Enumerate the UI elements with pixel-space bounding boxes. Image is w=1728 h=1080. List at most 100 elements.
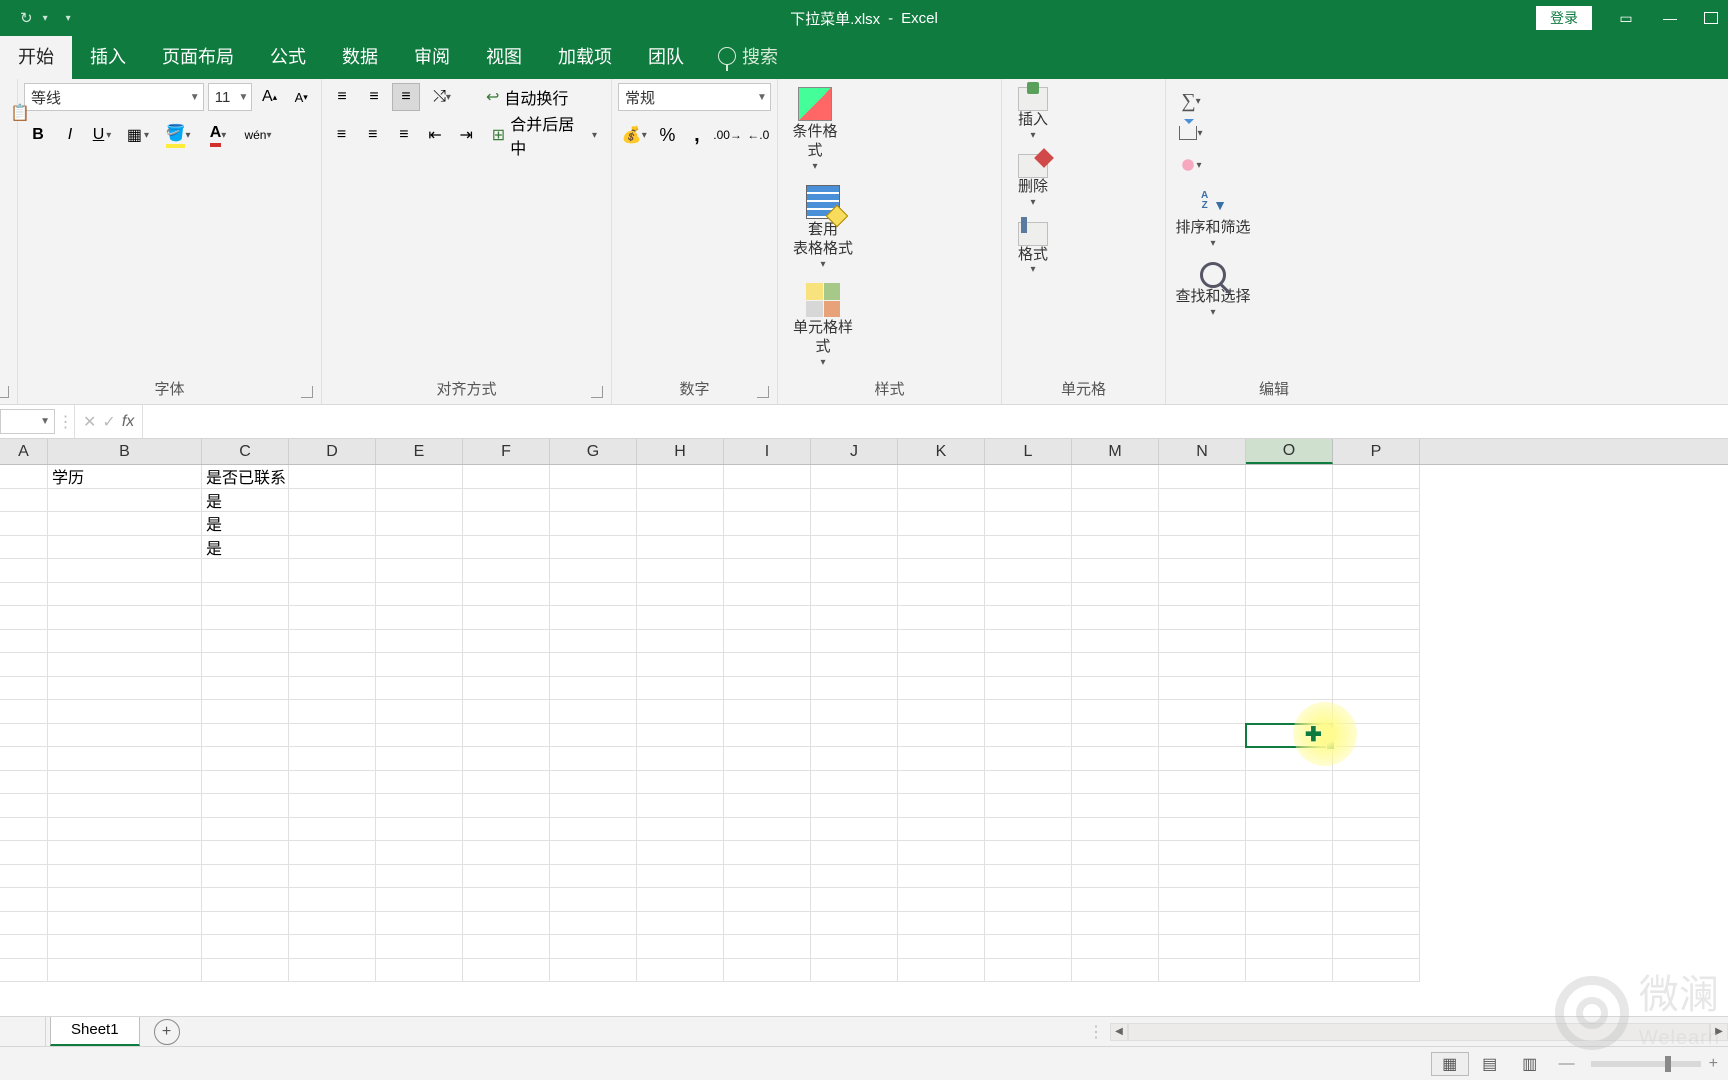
cell-A3[interactable] bbox=[0, 512, 48, 536]
cell-B18[interactable] bbox=[48, 865, 202, 889]
cell-A7[interactable] bbox=[0, 606, 48, 630]
cell-K4[interactable] bbox=[898, 536, 985, 560]
cell-H22[interactable] bbox=[637, 959, 724, 983]
column-header-J[interactable]: J bbox=[811, 439, 898, 464]
cell-K15[interactable] bbox=[898, 794, 985, 818]
cell-H9[interactable] bbox=[637, 653, 724, 677]
cell-F17[interactable] bbox=[463, 841, 550, 865]
cell-E16[interactable] bbox=[376, 818, 463, 842]
cell-O15[interactable] bbox=[1246, 794, 1333, 818]
cell-P19[interactable] bbox=[1333, 888, 1420, 912]
column-header-P[interactable]: P bbox=[1333, 439, 1420, 464]
cell-A16[interactable] bbox=[0, 818, 48, 842]
cell-K9[interactable] bbox=[898, 653, 985, 677]
cell-A5[interactable] bbox=[0, 559, 48, 583]
cell-styles-button[interactable]: 单元格样式▾ bbox=[784, 279, 862, 373]
cell-D6[interactable] bbox=[289, 583, 376, 607]
cell-P21[interactable] bbox=[1333, 935, 1420, 959]
cell-B6[interactable] bbox=[48, 583, 202, 607]
cell-P8[interactable] bbox=[1333, 630, 1420, 654]
column-header-B[interactable]: B bbox=[48, 439, 202, 464]
cell-O3[interactable] bbox=[1246, 512, 1333, 536]
cell-L19[interactable] bbox=[985, 888, 1072, 912]
increase-decimal-button[interactable]: .00→ bbox=[714, 121, 742, 149]
cell-H11[interactable] bbox=[637, 700, 724, 724]
cell-D13[interactable] bbox=[289, 747, 376, 771]
cell-B4[interactable] bbox=[48, 536, 202, 560]
percent-button[interactable]: % bbox=[655, 121, 680, 149]
cell-N9[interactable] bbox=[1159, 653, 1246, 677]
cell-M15[interactable] bbox=[1072, 794, 1159, 818]
cell-L22[interactable] bbox=[985, 959, 1072, 983]
cell-O6[interactable] bbox=[1246, 583, 1333, 607]
cell-N12[interactable] bbox=[1159, 724, 1246, 748]
italic-button[interactable]: I bbox=[56, 121, 84, 149]
cell-J4[interactable] bbox=[811, 536, 898, 560]
cell-E19[interactable] bbox=[376, 888, 463, 912]
decrease-decimal-button[interactable]: ←.0 bbox=[746, 121, 771, 149]
minimize-button[interactable]: — bbox=[1660, 10, 1680, 26]
cell-A2[interactable] bbox=[0, 489, 48, 513]
cell-A1[interactable] bbox=[0, 465, 48, 489]
cell-L17[interactable] bbox=[985, 841, 1072, 865]
tab-insert[interactable]: 插入 bbox=[72, 33, 144, 79]
cell-L4[interactable] bbox=[985, 536, 1072, 560]
column-header-C[interactable]: C bbox=[202, 439, 289, 464]
align-middle-button[interactable]: ≡ bbox=[360, 83, 388, 111]
cell-O8[interactable] bbox=[1246, 630, 1333, 654]
cell-E3[interactable] bbox=[376, 512, 463, 536]
cell-B12[interactable] bbox=[48, 724, 202, 748]
cell-D9[interactable] bbox=[289, 653, 376, 677]
cell-L21[interactable] bbox=[985, 935, 1072, 959]
redo-icon[interactable]: ↻ bbox=[20, 9, 33, 27]
cell-H14[interactable] bbox=[637, 771, 724, 795]
cell-B2[interactable] bbox=[48, 489, 202, 513]
cell-B21[interactable] bbox=[48, 935, 202, 959]
cell-G16[interactable] bbox=[550, 818, 637, 842]
cell-D14[interactable] bbox=[289, 771, 376, 795]
align-launcher-icon[interactable] bbox=[591, 386, 603, 398]
clipboard-launcher-icon[interactable] bbox=[0, 386, 9, 398]
cell-G21[interactable] bbox=[550, 935, 637, 959]
cell-L20[interactable] bbox=[985, 912, 1072, 936]
column-header-L[interactable]: L bbox=[985, 439, 1072, 464]
cell-H3[interactable] bbox=[637, 512, 724, 536]
cell-M10[interactable] bbox=[1072, 677, 1159, 701]
cell-O5[interactable] bbox=[1246, 559, 1333, 583]
cell-D12[interactable] bbox=[289, 724, 376, 748]
cell-J7[interactable] bbox=[811, 606, 898, 630]
column-header-D[interactable]: D bbox=[289, 439, 376, 464]
cell-E20[interactable] bbox=[376, 912, 463, 936]
cell-L16[interactable] bbox=[985, 818, 1072, 842]
zoom-in-button[interactable]: + bbox=[1709, 1055, 1718, 1073]
cell-L6[interactable] bbox=[985, 583, 1072, 607]
cell-C22[interactable] bbox=[202, 959, 289, 983]
cell-A11[interactable] bbox=[0, 700, 48, 724]
cell-G11[interactable] bbox=[550, 700, 637, 724]
cell-D7[interactable] bbox=[289, 606, 376, 630]
cell-H16[interactable] bbox=[637, 818, 724, 842]
cell-G1[interactable] bbox=[550, 465, 637, 489]
cell-B9[interactable] bbox=[48, 653, 202, 677]
cell-N15[interactable] bbox=[1159, 794, 1246, 818]
cell-J3[interactable] bbox=[811, 512, 898, 536]
cell-H8[interactable] bbox=[637, 630, 724, 654]
cell-I11[interactable] bbox=[724, 700, 811, 724]
tab-page-layout[interactable]: 页面布局 bbox=[144, 33, 252, 79]
enter-formula-button[interactable]: ✓ bbox=[102, 412, 115, 432]
cell-D20[interactable] bbox=[289, 912, 376, 936]
cell-I16[interactable] bbox=[724, 818, 811, 842]
cell-D8[interactable] bbox=[289, 630, 376, 654]
cell-I2[interactable] bbox=[724, 489, 811, 513]
cell-G8[interactable] bbox=[550, 630, 637, 654]
cell-O13[interactable] bbox=[1246, 747, 1333, 771]
cell-L15[interactable] bbox=[985, 794, 1072, 818]
cell-O7[interactable] bbox=[1246, 606, 1333, 630]
cell-E22[interactable] bbox=[376, 959, 463, 983]
number-launcher-icon[interactable] bbox=[757, 386, 769, 398]
cell-C20[interactable] bbox=[202, 912, 289, 936]
cell-E7[interactable] bbox=[376, 606, 463, 630]
cell-E14[interactable] bbox=[376, 771, 463, 795]
cell-M20[interactable] bbox=[1072, 912, 1159, 936]
cell-F4[interactable] bbox=[463, 536, 550, 560]
